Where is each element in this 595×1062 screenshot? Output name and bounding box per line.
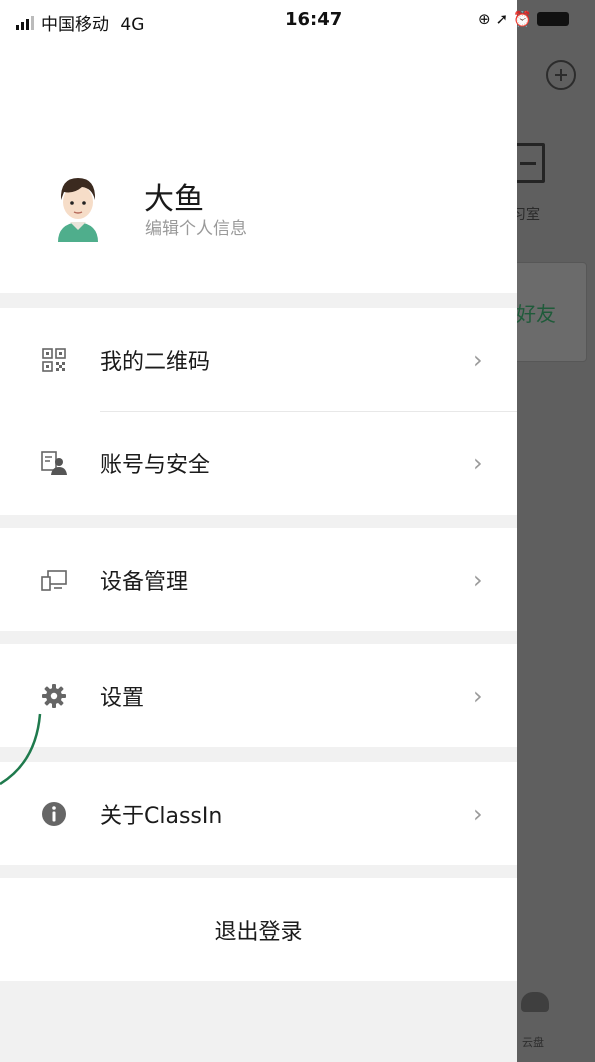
avatar[interactable] <box>52 172 104 242</box>
network-type: 4G <box>120 15 145 35</box>
gear-icon <box>42 684 66 708</box>
location-icon: ➚ <box>495 10 509 28</box>
cloud-icon <box>521 992 549 1012</box>
menu-label-qr-code: 我的二维码 <box>100 350 211 375</box>
logout-button[interactable]: 退出登录 <box>0 878 517 981</box>
battery-icon <box>536 12 569 26</box>
profile-header[interactable]: 大鱼 编辑个人信息 <box>0 40 517 293</box>
chevron-right-icon: › <box>473 346 483 374</box>
menu-item-settings[interactable]: 设置 › <box>0 644 517 747</box>
menu-group-about: 关于ClassIn › <box>0 762 517 865</box>
menu-item-account-security[interactable]: 账号与安全 › <box>0 411 517 514</box>
side-drawer: 大鱼 编辑个人信息 我的二维码 › 账号与安全 › 设备管理 › 设置 › 关于… <box>0 40 517 1062</box>
profile-name: 大鱼 <box>144 182 204 217</box>
menu-group-account: 我的二维码 › 账号与安全 › <box>0 308 517 515</box>
signal-icon <box>16 16 34 30</box>
chevron-right-icon: › <box>473 566 483 594</box>
friend-label: 好友 <box>516 302 556 326</box>
add-icon <box>546 60 576 90</box>
menu-item-about[interactable]: 关于ClassIn › <box>0 762 517 865</box>
chevron-right-icon: › <box>473 800 483 828</box>
menu-label-settings: 设置 <box>100 686 145 711</box>
account-card-icon <box>41 451 67 475</box>
menu-group-devices: 设备管理 › <box>0 528 517 631</box>
drawer-bottom <box>0 981 517 1062</box>
carrier-name: 中国移动 <box>41 15 109 35</box>
screen-lock-icon: ⊕ <box>478 10 491 28</box>
alarm-icon: ⏰ <box>513 10 532 28</box>
cloud-label: 云盘 <box>522 1036 544 1049</box>
logout-label: 退出登录 <box>214 920 303 945</box>
qr-code-icon <box>42 348 66 372</box>
chevron-right-icon: › <box>473 682 483 710</box>
info-icon <box>42 802 66 826</box>
devices-icon <box>41 570 67 591</box>
menu-label-about: 关于ClassIn <box>100 804 223 829</box>
edit-profile-link[interactable]: 编辑个人信息 <box>145 214 247 239</box>
status-time: 16:47 <box>285 9 343 30</box>
status-bar: 中国移动 4G 16:47 ⊕ ➚ ⏰ <box>0 0 569 40</box>
menu-group-settings: 设置 › <box>0 644 517 747</box>
menu-item-device-management[interactable]: 设备管理 › <box>0 528 517 631</box>
chevron-right-icon: › <box>473 449 483 477</box>
carrier-label: 中国移动 4G <box>41 10 144 35</box>
menu-item-qr-code[interactable]: 我的二维码 › <box>0 308 517 411</box>
annotation-curve <box>0 713 42 786</box>
menu-label-account-security: 账号与安全 <box>100 453 211 478</box>
status-icons: ⊕ ➚ ⏰ <box>478 10 569 28</box>
menu-label-device-management: 设备管理 <box>100 570 189 595</box>
